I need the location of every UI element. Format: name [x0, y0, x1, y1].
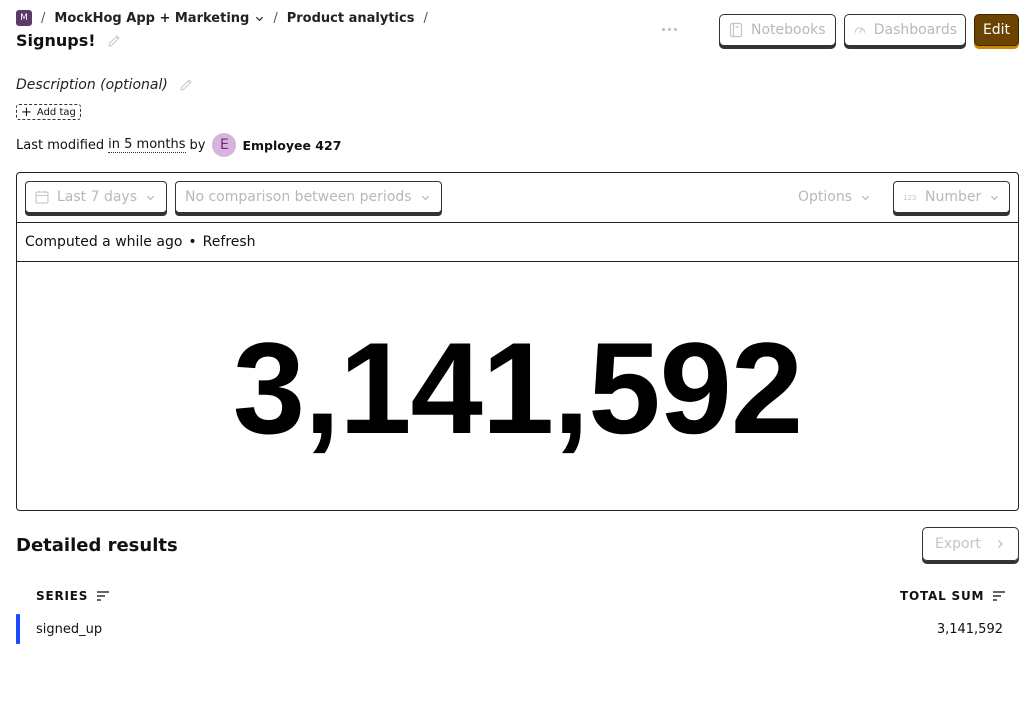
chevron-down-icon: [861, 195, 870, 200]
chevron-down-icon: [421, 195, 429, 200]
project-logo[interactable]: M: [16, 10, 32, 26]
comparison-select[interactable]: No comparison between periods: [175, 181, 442, 213]
title-row: Signups!: [16, 31, 122, 50]
column-header-label: TOTAL SUM: [900, 589, 985, 603]
breadcrumb-project-label: MockHog App + Marketing: [54, 10, 250, 26]
date-range-select[interactable]: Last 7 days: [25, 181, 167, 213]
insight-title[interactable]: Signups!: [16, 31, 96, 50]
add-tag-label: Add tag: [36, 106, 76, 118]
status-separator: •: [188, 234, 197, 250]
big-number-value: 3,141,592: [232, 315, 803, 461]
sort-icon: [993, 591, 1006, 601]
notebooks-label: Notebooks: [751, 22, 826, 38]
calendar-icon: [35, 191, 49, 204]
modified-user: Employee 427: [242, 137, 342, 153]
description-placeholder: Description (optional): [16, 77, 168, 93]
notebook-icon: [729, 22, 743, 38]
insight-card: Last 7 days No comparison between period…: [16, 172, 1019, 511]
sort-icon: [97, 591, 110, 601]
options-dropdown[interactable]: Options: [798, 189, 870, 205]
dashboard-icon: [854, 27, 866, 33]
edit-button[interactable]: Edit: [974, 14, 1019, 46]
edit-label: Edit: [982, 22, 1011, 38]
insight-toolbar: Last 7 days No comparison between period…: [17, 173, 1018, 223]
notebooks-button[interactable]: Notebooks: [719, 14, 836, 46]
breadcrumb: M / MockHog App + Marketing / Product an…: [16, 10, 437, 26]
page-header: M / MockHog App + Marketing / Product an…: [16, 0, 1019, 60]
table-row: signed_up 3,141,592: [16, 614, 1019, 644]
column-header-total[interactable]: TOTAL SUM: [900, 589, 1006, 603]
date-range-value: Last 7 days: [57, 189, 138, 205]
pencil-icon[interactable]: [178, 77, 194, 93]
series-name: signed_up: [36, 622, 103, 637]
breadcrumb-section[interactable]: Product analytics: [287, 11, 415, 26]
chevron-right-icon: [997, 540, 1003, 548]
refresh-link[interactable]: Refresh: [203, 234, 256, 250]
modified-prefix: Last modified: [16, 137, 105, 153]
chevron-down-icon: [991, 195, 999, 200]
display-type-select[interactable]: 123 Number: [893, 181, 1010, 213]
pencil-icon[interactable]: [106, 33, 122, 49]
chevron-down-icon: [256, 16, 264, 21]
breadcrumb-separator: /: [41, 10, 46, 26]
svg-text:123: 123: [903, 194, 916, 202]
avatar: E: [212, 133, 237, 157]
description-field[interactable]: Description (optional): [16, 77, 194, 93]
detailed-results-heading: Detailed results: [16, 535, 178, 556]
breadcrumb-separator: /: [423, 10, 428, 26]
plus-icon: +: [21, 104, 32, 120]
computed-status: Computed a while ago • Refresh: [17, 223, 1018, 262]
series-color-bar: [16, 614, 20, 644]
add-tag-button[interactable]: + Add tag: [16, 104, 81, 120]
computed-text: Computed a while ago: [25, 234, 183, 250]
modified-by: by: [189, 137, 206, 153]
breadcrumb-separator: /: [273, 10, 278, 26]
modified-time: in 5 months: [108, 137, 186, 153]
comparison-value: No comparison between periods: [185, 189, 412, 205]
breadcrumb-project[interactable]: MockHog App + Marketing: [54, 11, 264, 26]
options-label: Options: [798, 189, 853, 205]
dashboards-button[interactable]: Dashboards: [844, 14, 966, 46]
dashboards-label: Dashboards: [873, 22, 957, 38]
column-header-label: SERIES: [36, 589, 89, 603]
display-type-value: Number: [925, 189, 982, 205]
last-modified: Last modified in 5 months by E Employee …: [16, 133, 341, 157]
column-header-series[interactable]: SERIES: [36, 589, 110, 603]
export-button[interactable]: Export: [922, 527, 1019, 561]
chevron-down-icon: [146, 195, 155, 200]
series-total: 3,141,592: [936, 622, 1003, 637]
more-icon[interactable]: [658, 18, 680, 40]
number-icon: 123: [903, 194, 916, 202]
export-label: Export: [935, 536, 981, 552]
